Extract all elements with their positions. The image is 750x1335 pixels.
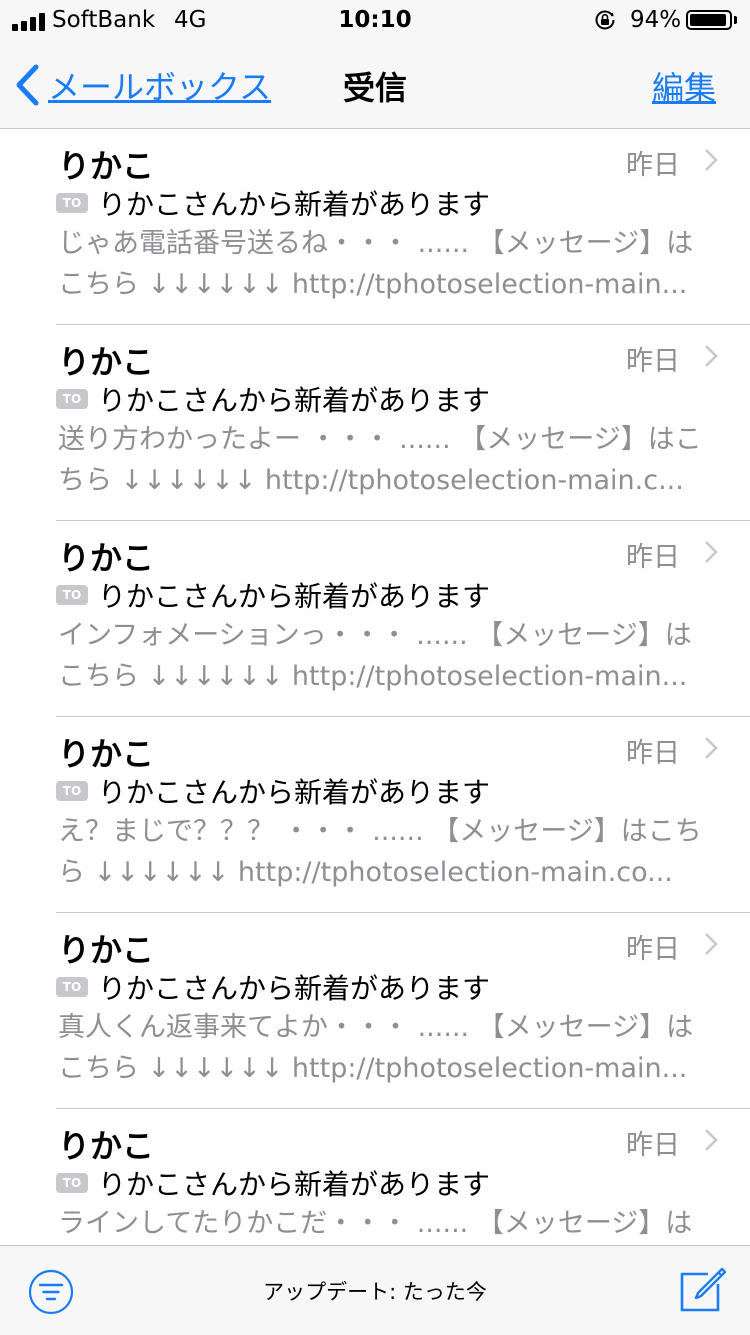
mail-date: 昨日 [626,150,680,181]
page-title: 受信 [342,69,407,107]
rotation-lock-icon [595,10,615,30]
mail-subject: りかこさんから新着があります [98,972,491,1005]
mail-date: 昨日 [626,934,680,965]
to-badge: TO [56,193,88,213]
mail-subject: りかこさんから新着があります [98,776,491,809]
sender-name: りかこ [58,147,155,185]
to-badge: TO [56,1173,88,1193]
mail-list: りかこ 昨日 TO りかこさんから新着があります じゃあ電話番号送るね・・・ .… [0,129,750,1245]
chevron-right-icon [705,737,718,759]
subject-line: TO りかこさんから新着があります [56,575,490,615]
to-badge: TO [56,977,88,997]
to-badge: TO [56,389,88,409]
mail-date: 昨日 [626,346,680,377]
mail-row[interactable]: りかこ 昨日 TO りかこさんから新着があります ラインしてたりかこだ・・・ .… [0,1109,750,1245]
mail-subject: りかこさんから新着があります [98,384,491,417]
preview-line: インフォメーションっ・・・ ...... 【メッセージ】は [58,620,692,651]
preview-line: ら ↓↓↓↓↓↓ http://tphotoselection-main.co.… [58,857,673,888]
to-badge: TO [56,781,88,801]
preview-line: こちら ↓↓↓↓↓↓ http://tphotoselection-main..… [58,269,688,300]
bottom-toolbar: アップデート: たった今 [0,1245,750,1335]
update-status: アップデート: たった今 [263,1280,487,1304]
edit-button[interactable]: 編集 [652,63,716,109]
battery-icon [686,10,732,30]
mail-row[interactable]: りかこ 昨日 TO りかこさんから新着があります え？まじで？？？ ・・・ ..… [0,717,750,913]
mail-date: 昨日 [626,738,680,769]
mail-row[interactable]: りかこ 昨日 TO りかこさんから新着があります インフォメーションっ・・・ .… [0,521,750,717]
chevron-right-icon [705,1129,718,1151]
preview-line: え？まじで？？？ ・・・ ...... 【メッセージ】はこち [58,816,702,847]
battery-percent: 94% [630,7,682,33]
mail-preview: じゃあ電話番号送るね・・・ ...... 【メッセージ】は こちら ↓↓↓↓↓↓… [58,223,714,305]
preview-line: ちら ↓↓↓↓↓↓ http://tphotoselection-main.c.… [58,465,684,496]
sender-name: りかこ [58,343,155,381]
subject-line: TO りかこさんから新着があります [56,1163,490,1203]
mail-preview: インフォメーションっ・・・ ...... 【メッセージ】は こちら ↓↓↓↓↓↓… [58,615,714,697]
mail-subject: りかこさんから新着があります [98,188,491,221]
subject-line: TO りかこさんから新着があります [56,379,490,419]
mail-date: 昨日 [626,1130,680,1161]
chevron-right-icon [705,933,718,955]
mail-row[interactable]: りかこ 昨日 TO りかこさんから新着があります じゃあ電話番号送るね・・・ .… [0,129,750,325]
mail-preview: 真人くん返事来てよか・・・ ...... 【メッセージ】は こちら ↓↓↓↓↓↓… [58,1007,714,1089]
chevron-right-icon [705,149,718,171]
mail-row[interactable]: りかこ 昨日 TO りかこさんから新着があります 真人くん返事来てよか・・・ .… [0,913,750,1109]
mail-preview: え？まじで？？？ ・・・ ...... 【メッセージ】はこち ら ↓↓↓↓↓↓ … [58,811,714,893]
subject-line: TO りかこさんから新着があります [56,967,490,1007]
sender-name: りかこ [58,735,155,773]
sender-name: りかこ [58,931,155,969]
battery-level [690,14,726,26]
mail-row[interactable]: りかこ 昨日 TO りかこさんから新着があります 送り方わかったよー ・・・ .… [0,325,750,521]
chevron-right-icon [705,345,718,367]
mail-subject: りかこさんから新着があります [98,580,491,613]
status-bar: SoftBank 4G 10:10 94% [0,0,750,40]
subject-line: TO りかこさんから新着があります [56,183,490,223]
sender-name: りかこ [58,1127,155,1165]
mail-subject: りかこさんから新着があります [98,1168,491,1201]
sender-name: りかこ [58,539,155,577]
subject-line: TO りかこさんから新着があります [56,771,490,811]
preview-line: 送り方わかったよー ・・・ ...... 【メッセージ】はこ [58,424,702,455]
preview-line: 真人くん返事来てよか・・・ ...... 【メッセージ】は [58,1012,694,1043]
compose-icon[interactable] [678,1266,726,1314]
battery-cap [734,16,737,24]
preview-line: ラインしてたりかこだ・・・ ...... 【メッセージ】は [58,1208,693,1239]
chevron-right-icon [705,541,718,563]
mail-preview: 送り方わかったよー ・・・ ...... 【メッセージ】はこ ちら ↓↓↓↓↓↓… [58,419,714,501]
mail-preview: ラインしてたりかこだ・・・ ...... 【メッセージ】は [58,1203,714,1244]
preview-line: こちら ↓↓↓↓↓↓ http://tphotoselection-main..… [58,661,688,692]
mail-date: 昨日 [626,542,680,573]
preview-line: じゃあ電話番号送るね・・・ ...... 【メッセージ】は [58,228,694,259]
preview-line: こちら ↓↓↓↓↓↓ http://tphotoselection-main..… [58,1053,688,1084]
to-badge: TO [56,585,88,605]
navigation-bar: メールボックス 受信 編集 [0,40,750,129]
